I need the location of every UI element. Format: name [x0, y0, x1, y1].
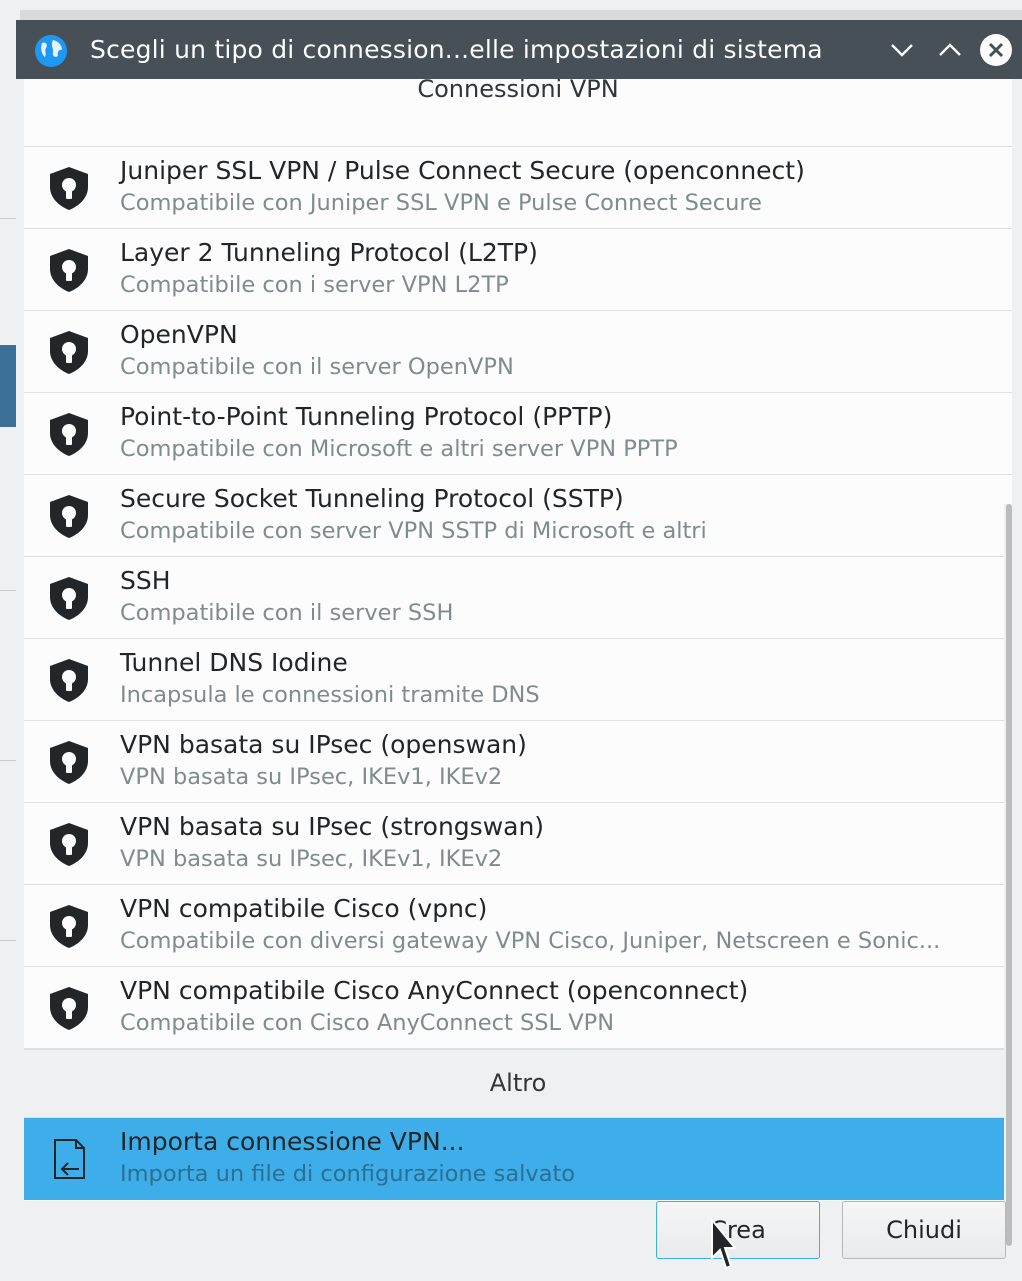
shield-lock-icon [46, 903, 92, 949]
item-description: Compatibile con Microsoft e altri server… [120, 436, 678, 462]
minimize-button[interactable] [884, 32, 920, 68]
item-name: Importa connessione VPN... [120, 1127, 465, 1156]
item-description: Compatibile con Juniper SSL VPN e Pulse … [120, 190, 762, 216]
shield-lock-icon [46, 657, 92, 703]
shield-lock-icon [46, 329, 92, 375]
list-item[interactable]: Tunnel DNS Iodine Incapsula le connession… [24, 639, 1012, 721]
item-name: Secure Socket Tunneling Protocol (SSTP) [120, 484, 624, 513]
item-name: SSH [120, 566, 171, 595]
list-item[interactable]: Juniper SSL VPN / Pulse Connect Secure (… [24, 147, 1012, 229]
import-file-icon [46, 1136, 92, 1182]
item-description: Compatibile con server VPN SSTP di Micro… [120, 518, 707, 544]
list-item[interactable]: Importa connessione VPN... Importa un fil… [24, 1118, 1012, 1200]
list-item[interactable]: VPN basata su IPsec (strongswan) VPN basa… [24, 803, 1012, 885]
section-header-label: Connessioni VPN [417, 79, 619, 103]
item-name: VPN basata su IPsec (strongswan) [120, 812, 545, 841]
close-window-button[interactable] [978, 32, 1014, 68]
globe-icon [35, 35, 67, 67]
title-bar[interactable]: Scegli un tipo di connession...elle impo… [16, 20, 1022, 79]
shield-lock-icon [46, 247, 92, 293]
list-item[interactable]: VPN basata su IPsec (openswan) VPN basata… [24, 721, 1012, 803]
item-name: OpenVPN [120, 320, 238, 349]
other-items: Importa connessione VPN... Importa un fil… [24, 1118, 1012, 1200]
section-header-vpn: Connessioni VPN [24, 79, 1012, 147]
shield-lock-icon [46, 411, 92, 457]
list-item[interactable]: Secure Socket Tunneling Protocol (SSTP) C… [24, 475, 1012, 557]
item-name: Point-to-Point Tunneling Protocol (PPTP) [120, 402, 613, 431]
list-item[interactable]: Layer 2 Tunneling Protocol (L2TP) Compati… [24, 229, 1012, 311]
vpn-items: Juniper SSL VPN / Pulse Connect Secure (… [24, 147, 1012, 1049]
list-item[interactable]: VPN compatibile Cisco AnyConnect (openco… [24, 967, 1012, 1049]
list-item[interactable]: Point-to-Point Tunneling Protocol (PPTP)… [24, 393, 1012, 475]
item-name: Layer 2 Tunneling Protocol (L2TP) [120, 238, 538, 267]
item-name: Tunnel DNS Iodine [120, 648, 348, 677]
mouse-cursor-icon [711, 1218, 736, 1270]
item-description: Compatibile con Cisco AnyConnect SSL VPN [120, 1010, 615, 1036]
shield-lock-icon [46, 739, 92, 785]
background-window-edge [0, 0, 1022, 10]
dialog-content: Connessioni VPN Juniper SSL VPN / Pulse … [24, 79, 1014, 1281]
item-description: Compatibile con il server OpenVPN [120, 354, 514, 380]
scrollbar-thumb[interactable] [1006, 504, 1012, 1246]
shield-lock-icon [46, 575, 92, 621]
close-icon [980, 34, 1012, 66]
list-item[interactable]: OpenVPN Compatibile con il server OpenVPN [24, 311, 1012, 393]
list-scrollbar[interactable] [1004, 504, 1014, 1246]
item-name: VPN compatibile Cisco AnyConnect (openco… [120, 976, 749, 1005]
shield-lock-icon [46, 165, 92, 211]
connection-type-list[interactable]: Connessioni VPN Juniper SSL VPN / Pulse … [24, 79, 1012, 1201]
maximize-button[interactable] [932, 32, 968, 68]
item-description: Compatibile con il server SSH [120, 600, 454, 626]
window-title: Scegli un tipo di connession...elle impo… [90, 35, 823, 64]
item-description: Compatibile con i server VPN L2TP [120, 272, 509, 298]
create-button[interactable]: Crea [656, 1201, 820, 1259]
list-item[interactable]: SSH Compatibile con il server SSH [24, 557, 1012, 639]
item-description: Compatibile con diversi gateway VPN Cisc… [120, 928, 941, 954]
shield-lock-icon [46, 985, 92, 1031]
close-button[interactable]: Chiudi [842, 1201, 1006, 1259]
item-description: VPN basata su IPsec, IKEv1, IKEv2 [120, 846, 503, 872]
shield-lock-icon [46, 821, 92, 867]
section-header-other: Altro [24, 1049, 1012, 1118]
list-item[interactable]: VPN compatibile Cisco (vpnc) Compatibile … [24, 885, 1012, 967]
item-description: VPN basata su IPsec, IKEv1, IKEv2 [120, 764, 503, 790]
item-name: VPN compatibile Cisco (vpnc) [120, 894, 488, 923]
chevron-down-icon [891, 44, 913, 57]
item-name: Juniper SSL VPN / Pulse Connect Secure (… [120, 156, 805, 185]
item-description: Incapsula le connessioni tramite DNS [120, 682, 540, 708]
chevron-up-icon [939, 43, 961, 56]
shield-lock-icon [46, 493, 92, 539]
item-description: Importa un file di configurazione salvat… [120, 1161, 576, 1187]
connection-type-dialog: Scegli un tipo di connession...elle impo… [16, 20, 1022, 1281]
item-name: VPN basata su IPsec (openswan) [120, 730, 527, 759]
